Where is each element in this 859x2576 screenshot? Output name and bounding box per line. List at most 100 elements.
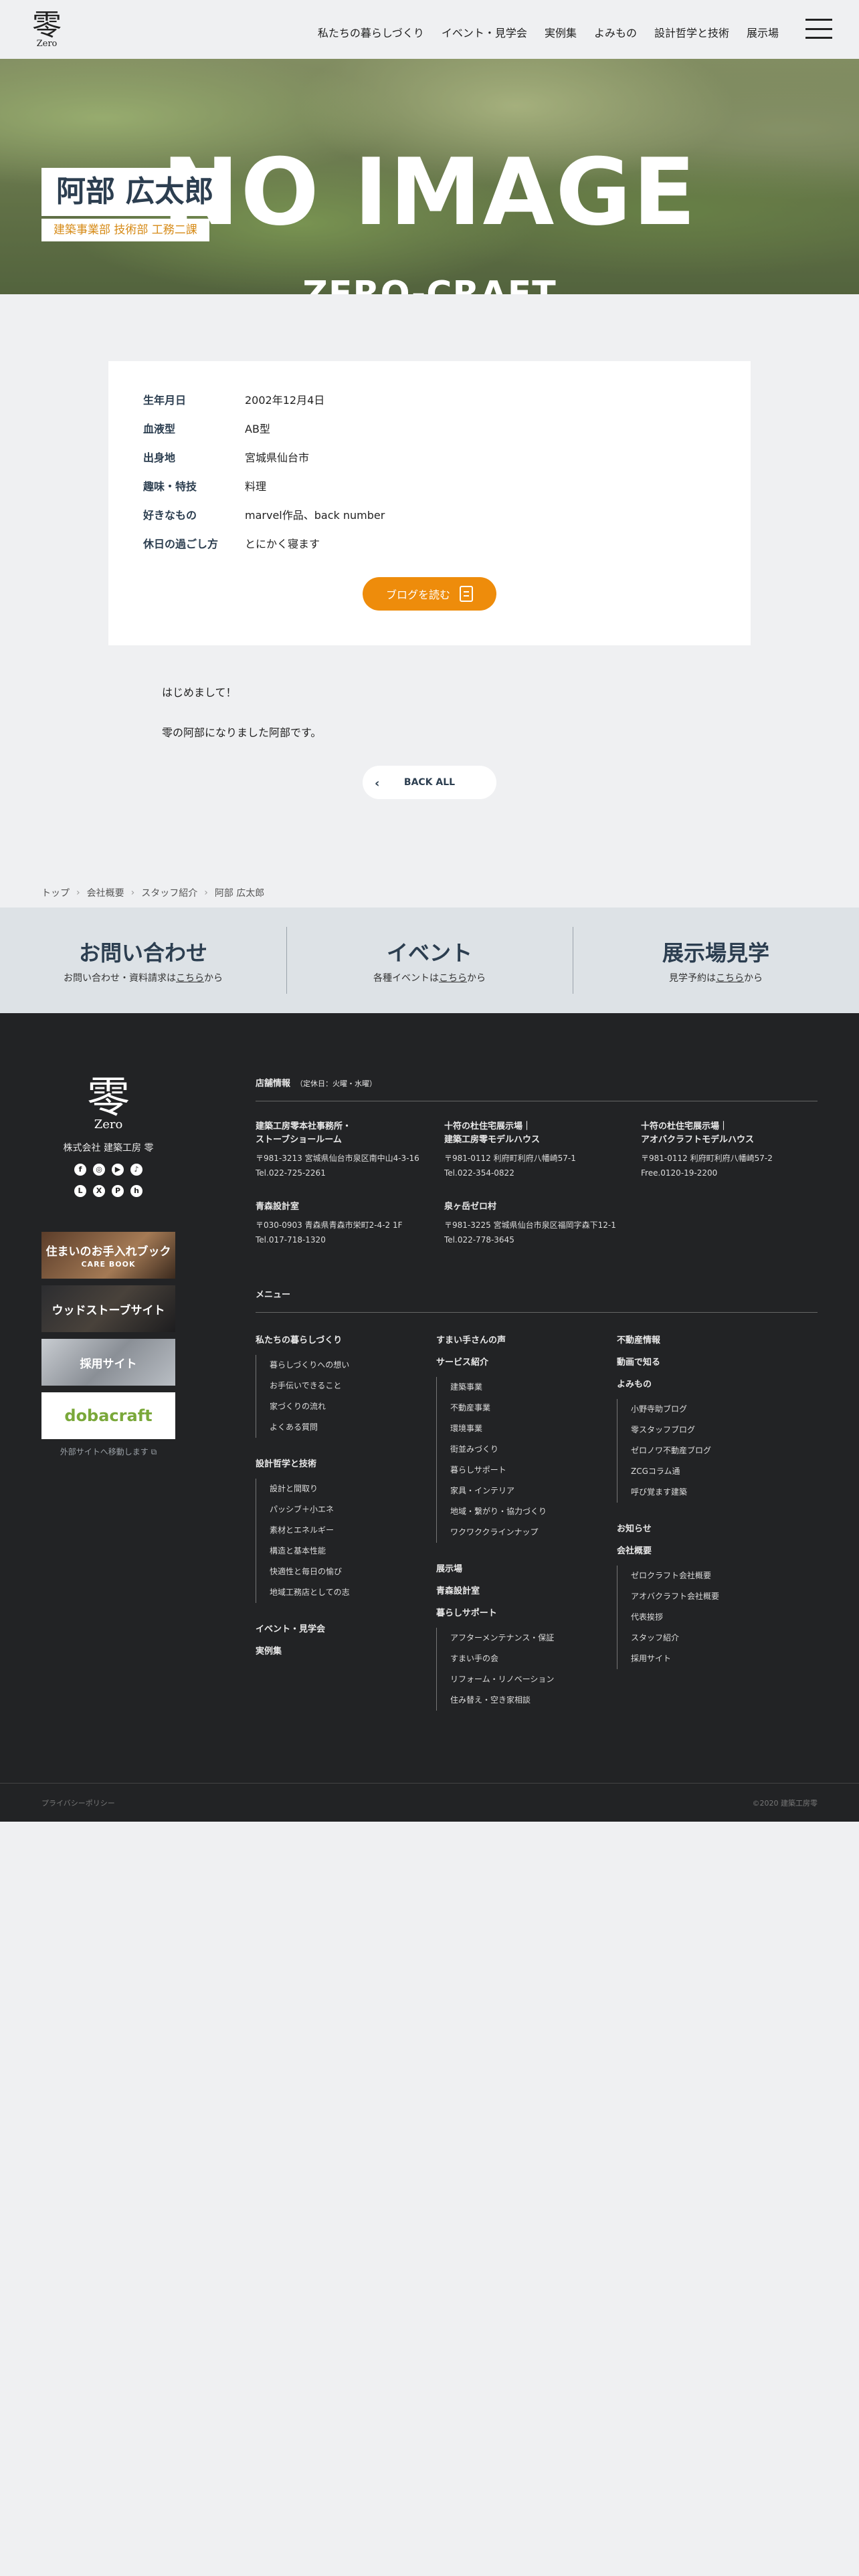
nav-item-lifestyle[interactable]: 私たちの暮らしづくり — [318, 24, 424, 40]
hamburger-menu-icon[interactable] — [805, 19, 832, 39]
cta-event[interactable]: イベント 各種イベントはこちらから — [286, 927, 573, 994]
menu-link[interactable]: 家具・インテリア — [450, 1481, 617, 1501]
menu-heading-link[interactable]: よみもの — [617, 1377, 818, 1390]
menu-link[interactable]: ZCGコラム通 — [631, 1461, 818, 1482]
youtube-icon[interactable]: ▶ — [112, 1164, 124, 1176]
menu-link[interactable]: 住み替え・空き家相談 — [450, 1690, 617, 1711]
chevron-right-icon: › — [76, 887, 80, 898]
menu-link[interactable]: 採用サイト — [631, 1648, 818, 1669]
menu-link[interactable]: 快適性と毎日の愉び — [270, 1562, 436, 1582]
footer-bottom-bar: プライバシーポリシー ©2020 建築工房零 — [0, 1783, 859, 1822]
site-footer: 零 Zero 株式会社 建築工房 零 f ◎ ▶ ♪ L X P h 住まいのお… — [0, 1013, 859, 1783]
menu-heading-link[interactable]: 私たちの暮らしづくり — [256, 1333, 436, 1346]
menu-heading-link[interactable]: イベント・見学会 — [256, 1622, 436, 1634]
menu-link[interactable]: スタッフ紹介 — [631, 1628, 818, 1648]
menu-link[interactable]: パッシブ＋小エネ — [270, 1499, 436, 1520]
store-address: 〒981-0112 利府町利府八幡崎57-2 Free.0120-19-2200 — [641, 1151, 818, 1180]
menu-link[interactable]: 素材とエネルギー — [270, 1520, 436, 1541]
menu-heading-link[interactable]: 実例集 — [256, 1644, 436, 1656]
nav-item-events[interactable]: イベント・見学会 — [442, 24, 527, 40]
banner-recruit[interactable]: 採用サイト — [41, 1339, 175, 1386]
store-name-line: 十符の杜住宅展示場｜ — [444, 1121, 532, 1132]
profile-value: とにかく寝ます — [245, 538, 320, 550]
back-all-button[interactable]: ‹ BACK ALL — [363, 766, 496, 799]
x-icon[interactable]: X — [93, 1185, 105, 1197]
menu-link[interactable]: ゼロノワ不動産ブログ — [631, 1440, 818, 1461]
menu-link[interactable]: 建築事業 — [450, 1377, 617, 1398]
menu-heading-link[interactable]: 動画で知る — [617, 1355, 818, 1368]
store-name-line: アオバクラフトモデルハウス — [641, 1135, 755, 1145]
site-logo[interactable]: 零 Zero — [27, 10, 67, 49]
breadcrumb-item-top[interactable]: トップ — [41, 886, 70, 899]
nav-item-philosophy[interactable]: 設計哲学と技術 — [654, 24, 729, 40]
menu-link[interactable]: 地域・繋がり・協力づくり — [450, 1501, 617, 1522]
menu-heading-link[interactable]: 青森設計室 — [436, 1584, 617, 1596]
menu-link[interactable]: 構造と基本性能 — [270, 1541, 436, 1562]
external-banners: 住まいのお手入れブック CARE BOOK ウッドストーブサイト 採用サイト d… — [41, 1232, 175, 1439]
profile-value: 宮城県仙台市 — [245, 451, 310, 464]
menu-link[interactable]: 設計と間取り — [270, 1479, 436, 1499]
facebook-icon[interactable]: f — [74, 1164, 86, 1176]
menu-link[interactable]: 環境事業 — [450, 1418, 617, 1439]
menu-link[interactable]: 暮らしづくりへの想い — [270, 1355, 436, 1376]
store-tel[interactable]: Tel.022-725-2261 — [256, 1168, 326, 1178]
banner-title: ウッドストーブサイト — [52, 1303, 165, 1317]
menu-link[interactable]: 不動産事業 — [450, 1398, 617, 1418]
menu-link[interactable]: お手伝いできること — [270, 1376, 436, 1396]
menu-heading: メニュー — [256, 1287, 818, 1313]
menu-link[interactable]: リフォーム・リノベーション — [450, 1669, 617, 1690]
breadcrumb-item-company[interactable]: 会社概要 — [87, 886, 124, 899]
menu-link[interactable]: 呼び覚ます建築 — [631, 1482, 818, 1503]
cta-sub: お問い合わせ・資料請求はこちらから — [0, 971, 286, 984]
stores-list: 建築工房零本社事務所・ ストーブショールーム 〒981-3213 宮城県仙台市泉区… — [256, 1120, 818, 1247]
store-tel[interactable]: Free.0120-19-2200 — [641, 1168, 717, 1178]
nav-item-showroom[interactable]: 展示場 — [747, 24, 779, 40]
banner-dobacraft[interactable]: dobacraft — [41, 1392, 175, 1439]
cta-showroom[interactable]: 展示場見学 見学予約はこちらから — [573, 927, 859, 994]
nav-item-works[interactable]: 実例集 — [545, 24, 577, 40]
menu-heading-link[interactable]: 展示場 — [436, 1562, 617, 1574]
footer-logo[interactable]: 零 Zero — [41, 1076, 175, 1132]
nav-item-articles[interactable]: よみもの — [594, 24, 637, 40]
instagram-icon[interactable]: ◎ — [93, 1164, 105, 1176]
houzz-icon[interactable]: h — [130, 1185, 142, 1197]
main-content: 生年月日 2002年12月4日 血液型 AB型 出身地 宮城県仙台市 趣味・特技 料理 … — [0, 294, 859, 899]
tiktok-icon[interactable]: ♪ — [130, 1164, 142, 1176]
read-blog-button[interactable]: ブログを読む — [363, 577, 496, 611]
profile-row: 出身地 宮城県仙台市 — [143, 451, 716, 465]
menu-heading-link[interactable]: 不動産情報 — [617, 1333, 818, 1346]
menu-link[interactable]: 暮らしサポート — [450, 1460, 617, 1481]
menu-heading-link[interactable]: 暮らしサポート — [436, 1606, 617, 1618]
menu-link[interactable]: 小野寺助ブログ — [631, 1399, 818, 1420]
menu-link[interactable]: ゼロクラフト会社概要 — [631, 1566, 818, 1586]
menu-link[interactable]: すまい手の会 — [450, 1648, 617, 1669]
menu-link[interactable]: 零スタッフブログ — [631, 1420, 818, 1440]
line-icon[interactable]: L — [74, 1185, 86, 1197]
store-tel[interactable]: Tel.022-354-0822 — [444, 1168, 514, 1178]
menu-link[interactable]: ワクワククラインナップ — [450, 1522, 617, 1543]
menu-heading-link[interactable]: サービス紹介 — [436, 1355, 617, 1368]
back-all-label: BACK ALL — [403, 777, 456, 788]
menu-link[interactable]: よくある質問 — [270, 1417, 436, 1438]
privacy-policy-link[interactable]: プライバシーポリシー — [41, 1798, 115, 1808]
cta-sub-link: こちら — [716, 973, 744, 984]
banner-woodstove[interactable]: ウッドストーブサイト — [41, 1285, 175, 1332]
banner-care-book[interactable]: 住まいのお手入れブック CARE BOOK — [41, 1232, 175, 1279]
menu-heading-link[interactable]: お知らせ — [617, 1521, 818, 1534]
menu-heading-link[interactable]: 会社概要 — [617, 1543, 818, 1556]
menu-link[interactable]: 地域工務店としての志 — [270, 1582, 436, 1603]
store-tel[interactable]: Tel.022-778-3645 — [444, 1235, 514, 1245]
menu-link[interactable]: 代表挨拶 — [631, 1607, 818, 1628]
menu-link[interactable]: 家づくりの流れ — [270, 1396, 436, 1417]
pinterest-icon[interactable]: P — [112, 1185, 124, 1197]
menu-link[interactable]: アオバクラフト会社概要 — [631, 1586, 818, 1607]
menu-heading-link[interactable]: すまい手さんの声 — [436, 1333, 617, 1346]
menu-heading-link[interactable]: 設計哲学と技術 — [256, 1457, 436, 1469]
banner-title: dobacraft — [64, 1406, 153, 1425]
profile-row: 生年月日 2002年12月4日 — [143, 393, 716, 408]
breadcrumb-item-staff[interactable]: スタッフ紹介 — [141, 886, 197, 899]
store-tel[interactable]: Tel.017-718-1320 — [256, 1235, 326, 1245]
menu-link[interactable]: アフターメンテナンス・保証 — [450, 1628, 617, 1648]
menu-link[interactable]: 街並みづくり — [450, 1439, 617, 1460]
cta-contact[interactable]: お問い合わせ お問い合わせ・資料請求はこちらから — [0, 927, 286, 994]
